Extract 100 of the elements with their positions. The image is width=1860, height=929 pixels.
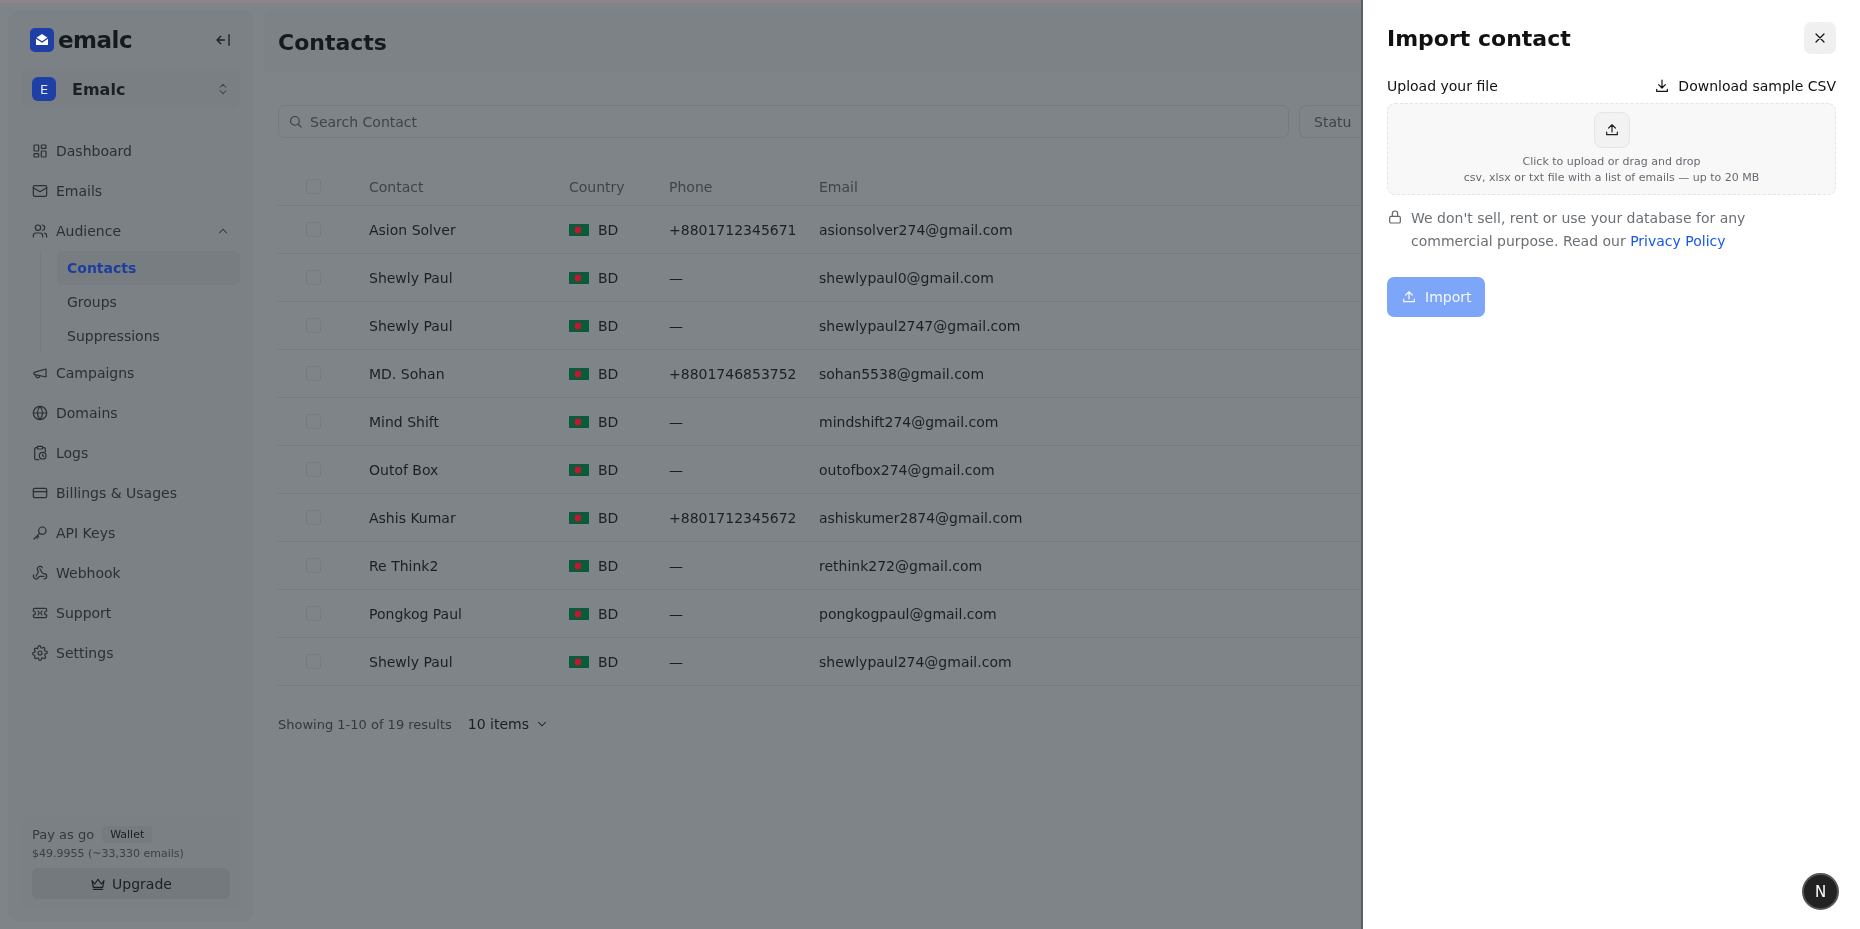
upload-icon xyxy=(1603,122,1620,138)
ticket-icon xyxy=(32,605,48,621)
column-header: Contact xyxy=(369,178,425,195)
table-cell: BD xyxy=(598,365,619,382)
users-icon xyxy=(32,223,48,239)
nav-item[interactable]: Webhook xyxy=(22,553,240,593)
close-button[interactable] xyxy=(1804,22,1836,54)
flag-icon xyxy=(569,559,589,572)
table-cell: BD xyxy=(598,269,619,286)
column-header: Email xyxy=(819,178,859,195)
table-cell: BD xyxy=(598,317,619,334)
table-cell-text: mindshift274@gmail.com xyxy=(819,413,1000,430)
table-cell-text: Shewly Paul xyxy=(369,653,454,670)
nav-subitem[interactable]: Suppressions xyxy=(57,319,240,353)
dropzone-hint: csv, xlsx or txt file with a list of emails — up to 20 MB xyxy=(1463,170,1760,186)
table-cell-text: Shewly Paul xyxy=(369,317,454,334)
flag-icon xyxy=(569,463,589,476)
table-cell-text: — xyxy=(669,557,684,574)
flag-icon xyxy=(569,511,589,524)
nav-subitem[interactable]: Groups xyxy=(57,285,240,319)
table-cell-text: Asion Solver xyxy=(369,221,457,238)
column-header: Phone xyxy=(669,178,714,195)
results-summary: Showing 1-10 of 19 results xyxy=(278,716,452,732)
flag-icon xyxy=(569,415,589,428)
logo-icon xyxy=(30,28,54,52)
table-cell: BD xyxy=(598,221,619,238)
upgrade-button[interactable]: Upgrade xyxy=(32,868,230,899)
key-icon xyxy=(32,525,48,541)
table-cell-text: +8801712345672 xyxy=(669,509,798,526)
nav-item[interactable]: Dashboard xyxy=(22,131,240,171)
table-cell-text: shewlypaul2747@gmail.com xyxy=(819,317,1022,334)
table-cell-text: — xyxy=(669,317,684,334)
wallet-badge: Wallet xyxy=(102,826,153,843)
privacy-notice: We don't sell, rent or use your database for any commercial purpose. Read our Privacy Policy xyxy=(1411,209,1747,251)
nav-item[interactable]: Settings xyxy=(22,633,240,673)
table-cell: BD xyxy=(598,653,619,670)
upload-label: Upload your file xyxy=(1387,78,1498,94)
megaphone-icon xyxy=(32,365,48,381)
drawer-title: Import contact xyxy=(1387,25,1571,51)
flag-icon xyxy=(569,319,589,332)
nav-item[interactable]: Billings & Usages xyxy=(22,473,240,513)
logo-text: emalc xyxy=(58,27,133,53)
table-cell-text: asionsolver274@gmail.com xyxy=(819,221,1014,238)
nav-item[interactable]: Emails xyxy=(22,171,240,211)
settings-icon xyxy=(32,645,48,661)
table-cell-text: shewlypaul0@gmail.com xyxy=(819,269,995,286)
flag-icon xyxy=(569,367,589,380)
page-title: Contacts xyxy=(278,29,387,55)
table-cell-text: Outof Box xyxy=(369,461,440,478)
table-cell-text: — xyxy=(669,269,684,286)
page-size-select[interactable]: 10 items xyxy=(467,716,550,732)
table-cell-text: sohan5538@gmail.com xyxy=(819,365,986,382)
table-cell: BD xyxy=(598,509,619,526)
search-icon xyxy=(288,114,303,129)
workspace-avatar: E xyxy=(32,77,56,101)
table-cell-text: pongkogpaul@gmail.com xyxy=(819,605,998,622)
nav-item[interactable]: API Keys xyxy=(22,513,240,553)
nav-item[interactable]: Audience xyxy=(22,211,240,251)
table-cell-text: ashiskumer2874@gmail.com xyxy=(819,509,1024,526)
table-cell: BD xyxy=(598,461,619,478)
wallet-balance: $49.9955 (~33,330 emails) xyxy=(32,847,185,860)
workspace-name: Emalc xyxy=(72,79,127,99)
table-cell-text: — xyxy=(669,653,684,670)
nav-item[interactable]: Logs xyxy=(22,433,240,473)
file-dropzone[interactable]: Click to upload or drag and drop csv, xlsx or txt file with a list of emails — up to 20 MB xyxy=(1387,103,1836,195)
table-cell-text: Pongkog Paul xyxy=(369,605,463,622)
table-cell-text: outofbox274@gmail.com xyxy=(819,461,996,478)
grid-icon xyxy=(32,143,48,159)
webhook-icon xyxy=(32,565,48,581)
plan-name: Pay as go xyxy=(32,827,95,842)
table-cell-text: — xyxy=(669,413,684,430)
nav-item[interactable]: Domains xyxy=(22,393,240,433)
credit-card-icon xyxy=(32,485,48,501)
flag-icon xyxy=(569,271,589,284)
flag-icon xyxy=(569,655,589,668)
table-cell-text: +8801746853752 xyxy=(669,365,798,382)
table-cell: BD xyxy=(598,557,619,574)
table-cell-text: Shewly Paul xyxy=(369,269,454,286)
table-cell-text: — xyxy=(669,605,684,622)
nav-item[interactable]: Campaigns xyxy=(22,353,240,393)
collapse-sidebar-icon xyxy=(214,31,232,49)
table-cell-text: rethink272@gmail.com xyxy=(819,557,984,574)
column-header: Country xyxy=(569,178,626,195)
upload-icon xyxy=(1401,289,1417,305)
table-cell-text: Re Think2 xyxy=(369,557,440,574)
table-cell: BD xyxy=(598,605,619,622)
table-cell-text: Mind Shift xyxy=(369,413,440,430)
mail-icon xyxy=(32,183,48,199)
globe-icon xyxy=(32,405,48,421)
download-sample-link[interactable]: Download sample CSV xyxy=(1654,78,1836,94)
privacy-policy-link[interactable]: Privacy Policy xyxy=(1630,233,1726,249)
nav-item[interactable]: Support xyxy=(22,593,240,633)
lock-icon xyxy=(1387,209,1403,225)
table-cell-text: shewlypaul274@gmail.com xyxy=(819,653,1013,670)
table-cell-text: Ashis Kumar xyxy=(369,509,457,526)
search-field[interactable]: Search Contact xyxy=(278,105,1289,138)
table-cell-text: MD. Sohan xyxy=(369,365,446,382)
download-icon xyxy=(1654,78,1671,94)
nav-subitem[interactable]: Contacts xyxy=(57,251,240,285)
table-cell-text: +8801712345671 xyxy=(669,221,798,238)
